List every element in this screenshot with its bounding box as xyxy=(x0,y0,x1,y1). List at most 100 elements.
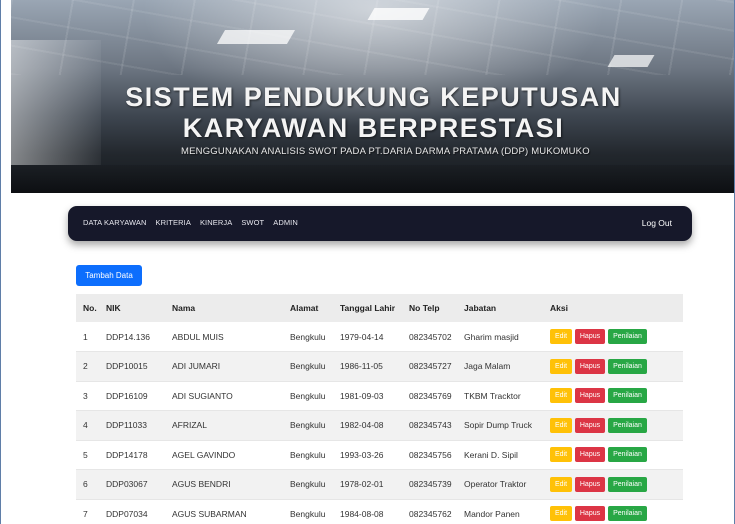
cell-tanggal-lahir: 1979-04-14 xyxy=(336,322,405,352)
cell-nama: AGEL GAVINDO xyxy=(168,440,286,470)
nav-links: DATA KARYAWAN KRITERIA KINERJA SWOT ADMI… xyxy=(83,218,298,227)
cell-aksi: Edit Hapus Penilaian xyxy=(546,410,683,441)
cell-no-telp: 082345769 xyxy=(405,381,460,411)
table-row: 2 DDP10015 ADI JUMARI Bengkulu 1986-11-0… xyxy=(76,351,683,382)
ceiling-light xyxy=(607,55,655,67)
cell-jabatan: Gharim masjid xyxy=(460,322,546,352)
edit-button[interactable]: Edit xyxy=(550,447,572,463)
edit-button[interactable]: Edit xyxy=(550,506,572,522)
cell-tanggal-lahir: 1986-11-05 xyxy=(336,351,405,382)
cell-aksi: Edit Hapus Penilaian xyxy=(546,440,683,470)
ceiling-light xyxy=(367,8,430,20)
edit-button[interactable]: Edit xyxy=(550,476,572,492)
navbar: DATA KARYAWAN KRITERIA KINERJA SWOT ADMI… xyxy=(68,206,692,241)
cell-aksi: Edit Hapus Penilaian xyxy=(546,351,683,382)
cell-alamat: Bengkulu xyxy=(286,351,336,382)
cell-jabatan: Mandor Panen xyxy=(460,499,546,524)
cell-alamat: Bengkulu xyxy=(286,440,336,470)
assess-button[interactable]: Penilaian xyxy=(608,388,647,404)
delete-button[interactable]: Hapus xyxy=(575,506,605,522)
edit-button[interactable]: Edit xyxy=(550,417,572,433)
cell-tanggal-lahir: 1993-03-26 xyxy=(336,440,405,470)
page-title: SISTEM PENDUKUNG KEPUTUSAN KARYAWAN BERP… xyxy=(11,82,734,144)
nav-item-kinerja[interactable]: KINERJA xyxy=(200,218,232,227)
cell-nik: DDP11033 xyxy=(102,410,168,441)
nav-item-kriteria[interactable]: KRITERIA xyxy=(156,218,191,227)
table-header-row: No. NIK Nama Alamat Tanggal Lahir No Tel… xyxy=(76,294,683,322)
cell-aksi: Edit Hapus Penilaian xyxy=(546,322,683,352)
cell-no-telp: 082345743 xyxy=(405,410,460,441)
cell-nik: DDP14.136 xyxy=(102,322,168,352)
assess-button[interactable]: Penilaian xyxy=(608,329,647,344)
col-header-alamat: Alamat xyxy=(286,294,336,322)
cell-jabatan: TKBM Tracktor xyxy=(460,381,546,411)
add-data-button[interactable]: Tambah Data xyxy=(76,265,142,286)
col-header-no: No. xyxy=(76,294,102,322)
assess-button[interactable]: Penilaian xyxy=(608,417,647,433)
table-row: 6 DDP03067 AGUS BENDRI Bengkulu 1978-02-… xyxy=(76,469,683,500)
delete-button[interactable]: Hapus xyxy=(575,358,605,374)
cell-alamat: Bengkulu xyxy=(286,499,336,524)
cell-alamat: Bengkulu xyxy=(286,381,336,411)
cell-no: 2 xyxy=(76,351,102,382)
ceiling-light xyxy=(216,30,296,44)
cell-jabatan: Kerani D. Sipil xyxy=(460,440,546,470)
cell-no-telp: 082345739 xyxy=(405,469,460,500)
cell-tanggal-lahir: 1982-04-08 xyxy=(336,410,405,441)
nav-item-data-karyawan[interactable]: DATA KARYAWAN xyxy=(83,218,147,227)
edit-button[interactable]: Edit xyxy=(550,329,572,344)
cell-no: 5 xyxy=(76,440,102,470)
assess-button[interactable]: Penilaian xyxy=(608,447,647,463)
cell-aksi: Edit Hapus Penilaian xyxy=(546,469,683,500)
assess-button[interactable]: Penilaian xyxy=(608,358,647,374)
cell-aksi: Edit Hapus Penilaian xyxy=(546,381,683,411)
cell-no: 4 xyxy=(76,410,102,441)
delete-button[interactable]: Hapus xyxy=(575,417,605,433)
nav-item-swot[interactable]: SWOT xyxy=(241,218,264,227)
col-header-tanggal-lahir: Tanggal Lahir xyxy=(336,294,405,322)
nav-item-admin[interactable]: ADMIN xyxy=(273,218,298,227)
table-row: 5 DDP14178 AGEL GAVINDO Bengkulu 1993-03… xyxy=(76,440,683,470)
assess-button[interactable]: Penilaian xyxy=(608,506,647,522)
cell-nik: DDP10015 xyxy=(102,351,168,382)
cell-nama: AGUS SUBARMAN xyxy=(168,499,286,524)
cell-nik: DDP14178 xyxy=(102,440,168,470)
delete-button[interactable]: Hapus xyxy=(575,476,605,492)
assess-button[interactable]: Penilaian xyxy=(608,476,647,492)
edit-button[interactable]: Edit xyxy=(550,388,572,404)
col-header-aksi: Aksi xyxy=(546,294,683,322)
cell-tanggal-lahir: 1978-02-01 xyxy=(336,469,405,500)
logout-link[interactable]: Log Out xyxy=(642,218,672,228)
cell-nama: ADI SUGIANTO xyxy=(168,381,286,411)
cell-jabatan: Operator Traktor xyxy=(460,469,546,500)
cell-alamat: Bengkulu xyxy=(286,322,336,352)
page-frame: SISTEM PENDUKUNG KEPUTUSAN KARYAWAN BERP… xyxy=(0,0,735,524)
delete-button[interactable]: Hapus xyxy=(575,447,605,463)
title-line-2: KARYAWAN BERPRESTASI xyxy=(182,113,565,143)
cell-nama: AGUS BENDRI xyxy=(168,469,286,500)
delete-button[interactable]: Hapus xyxy=(575,388,605,404)
cell-jabatan: Sopir Dump Truck xyxy=(460,410,546,441)
col-header-nama: Nama xyxy=(168,294,286,322)
col-header-jabatan: Jabatan xyxy=(460,294,546,322)
cell-no-telp: 082345762 xyxy=(405,499,460,524)
cell-alamat: Bengkulu xyxy=(286,469,336,500)
cell-no: 1 xyxy=(76,322,102,352)
table-row: 1 DDP14.136 ABDUL MUIS Bengkulu 1979-04-… xyxy=(76,322,683,352)
cell-nama: ADI JUMARI xyxy=(168,351,286,382)
cell-no-telp: 082345702 xyxy=(405,322,460,352)
cell-tanggal-lahir: 1981-09-03 xyxy=(336,381,405,411)
cell-no: 3 xyxy=(76,381,102,411)
cell-nik: DDP16109 xyxy=(102,381,168,411)
cell-aksi: Edit Hapus Penilaian xyxy=(546,499,683,524)
table-row: 4 DDP11033 AFRIZAL Bengkulu 1982-04-08 0… xyxy=(76,410,683,441)
delete-button[interactable]: Hapus xyxy=(575,329,605,344)
cell-no-telp: 082345727 xyxy=(405,351,460,382)
table-row: 3 DDP16109 ADI SUGIANTO Bengkulu 1981-09… xyxy=(76,381,683,411)
cell-no-telp: 082345756 xyxy=(405,440,460,470)
title-line-1: SISTEM PENDUKUNG KEPUTUSAN xyxy=(125,82,622,112)
page-subtitle: MENGGUNAKAN ANALISIS SWOT PADA PT.DARIA … xyxy=(181,146,590,157)
cell-nik: DDP07034 xyxy=(102,499,168,524)
edit-button[interactable]: Edit xyxy=(550,358,572,374)
header-banner: SISTEM PENDUKUNG KEPUTUSAN KARYAWAN BERP… xyxy=(11,0,734,193)
